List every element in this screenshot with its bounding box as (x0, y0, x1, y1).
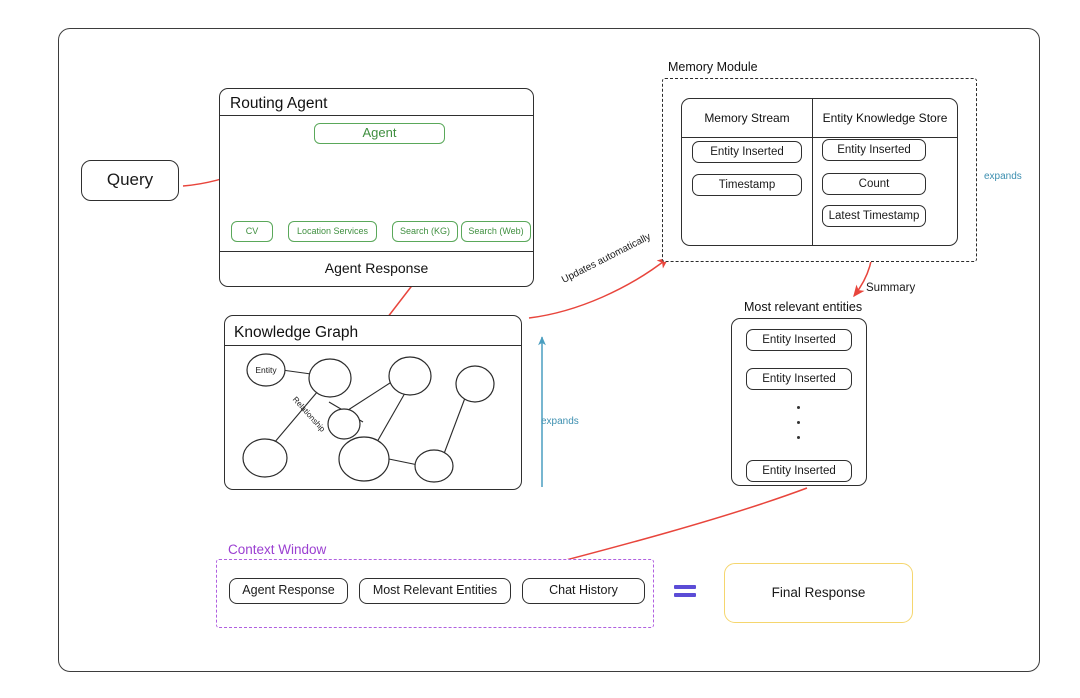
knowledge-graph-title: Knowledge Graph (234, 324, 359, 341)
tool-search-web-label: Search (Web) (468, 225, 524, 236)
eks-count[interactable]: Count (822, 173, 926, 195)
routing-agent-title: Routing Agent (230, 95, 328, 112)
context-window-title: Context Window (228, 541, 327, 557)
memory-stream-header: Memory Stream (704, 111, 790, 125)
tool-location-services[interactable]: Location Services (288, 221, 377, 242)
eks-count-label: Count (858, 177, 890, 190)
label-summary: Summary (866, 282, 916, 294)
ellipsis-dot (797, 421, 800, 424)
eks-latest-timestamp[interactable]: Latest Timestamp (822, 205, 926, 227)
context-item-most-relevant-entities[interactable]: Most Relevant Entities (359, 578, 511, 604)
context-item-most-relevant-entities-label: Most Relevant Entities (372, 583, 498, 598)
most-relevant-entity-label: Entity Inserted (762, 333, 836, 346)
entity-knowledge-store-header: Entity Knowledge Store (822, 111, 948, 125)
query-label: Query (106, 170, 154, 190)
context-item-agent-response[interactable]: Agent Response (229, 578, 348, 604)
context-item-agent-response-label: Agent Response (242, 583, 335, 598)
routing-agent-divider-top (220, 115, 533, 117)
memory-module-title: Memory Module (668, 60, 758, 74)
eks-entity-inserted[interactable]: Entity Inserted (822, 139, 926, 161)
eks-entity-inserted-label: Entity Inserted (837, 143, 911, 156)
agent-label: Agent (362, 125, 397, 141)
most-relevant-entity-item[interactable]: Entity Inserted (746, 460, 852, 482)
final-response-box[interactable]: Final Response (724, 563, 913, 623)
routing-agent-divider-bottom (220, 251, 533, 253)
most-relevant-entity-label: Entity Inserted (762, 372, 836, 385)
tool-search-web[interactable]: Search (Web) (461, 221, 531, 242)
tool-cv[interactable]: CV (231, 221, 273, 242)
most-relevant-entity-label: Entity Inserted (762, 464, 836, 477)
most-relevant-entities-title: Most relevant entities (744, 300, 863, 314)
tool-location-services-label: Location Services (296, 225, 369, 236)
final-response-label: Final Response (771, 584, 866, 600)
memory-stream-timestamp-label: Timestamp (718, 178, 776, 191)
memory-stream-timestamp[interactable]: Timestamp (692, 174, 802, 196)
memory-stream-entity-inserted-label: Entity Inserted (710, 145, 784, 158)
equals-icon (674, 585, 696, 599)
agent-node[interactable]: Agent (314, 123, 445, 144)
expands-label-memory: expands (984, 171, 1022, 182)
diagram-canvas: Query Routing Agent Agent CV Location Se… (0, 0, 1080, 698)
agent-response-label: Agent Response (324, 260, 429, 276)
tool-search-kg[interactable]: Search (KG) (392, 221, 458, 242)
context-item-chat-history-label: Chat History (549, 583, 618, 598)
ellipsis-dot (797, 406, 800, 409)
context-item-chat-history[interactable]: Chat History (522, 578, 645, 604)
most-relevant-entity-item[interactable]: Entity Inserted (746, 368, 852, 390)
eks-latest-timestamp-label: Latest Timestamp (828, 209, 920, 222)
tool-search-kg-label: Search (KG) (399, 225, 450, 236)
kg-entity-label: Entity (255, 365, 277, 375)
memory-stream-header-divider (682, 137, 812, 139)
knowledge-graph-figure: Entity Relationship (242, 353, 495, 483)
ellipsis-dot (797, 436, 800, 439)
query-box[interactable]: Query (81, 160, 179, 201)
memory-stream-entity-inserted[interactable]: Entity Inserted (692, 141, 802, 163)
most-relevant-entity-item[interactable]: Entity Inserted (746, 329, 852, 351)
expands-label-knowledge-graph: expands (541, 416, 579, 427)
tool-cv-label: CV (245, 225, 259, 236)
